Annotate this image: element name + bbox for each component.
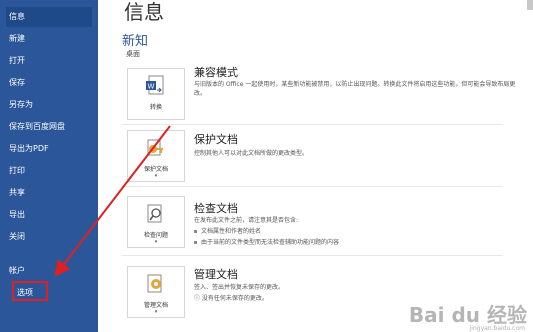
divider: [122, 124, 503, 125]
convert-button[interactable]: W 转换: [127, 68, 185, 120]
protect-document-button[interactable]: 保护文档 ▾: [127, 130, 185, 182]
check-for-issues-label: 检查问题: [143, 232, 168, 239]
chevron-down-icon: ▾: [154, 309, 158, 315]
manage-document-icon: [147, 274, 162, 293]
manage-document-button[interactable]: 管理文档 ▾: [127, 266, 185, 318]
divider: [122, 186, 503, 187]
nav-export-pdf[interactable]: 导出为PDF: [6, 139, 92, 159]
lock-key-icon: [147, 139, 163, 156]
scrollbar[interactable]: [527, 0, 533, 10]
inspect-document-desc: 在发布此文件之前，请注意其是否包含:: [194, 217, 299, 224]
svg-text:W: W: [148, 83, 155, 91]
manage-document-desc: 签入、签出并恢复未保存的更改。: [194, 284, 285, 291]
manage-document-label: 管理文档: [143, 302, 168, 309]
list-item: 由于当前的文件类型而无法检查辅助功能问题的内容: [194, 238, 339, 247]
location-label: 桌面: [126, 50, 140, 58]
nav-close[interactable]: 关闭: [6, 227, 92, 247]
chevron-down-icon: ▾: [154, 173, 158, 179]
page-title: 信息: [124, 0, 164, 24]
nav-export[interactable]: 导出: [6, 205, 92, 225]
nav-save-as[interactable]: 另存为: [6, 95, 92, 115]
nav-share[interactable]: 共享: [6, 183, 92, 203]
nav-info[interactable]: 信息: [6, 7, 92, 27]
nav-new[interactable]: 新建: [6, 29, 92, 49]
info-panel: 信息 新知 桌面 W 转换 兼容模式 与旧版本的 Office 一起使用时，某些…: [98, 0, 533, 332]
manage-document-title: 管理文档: [194, 268, 238, 281]
nav-account[interactable]: 帐户: [6, 261, 92, 281]
protect-document-desc: 控制其他人可以对此文档所做的更改类型。: [194, 150, 309, 157]
baidu-watermark-url: jingyan.baidu.com: [469, 325, 525, 332]
nav-save[interactable]: 保存: [6, 73, 92, 93]
divider: [122, 255, 503, 256]
chevron-down-icon: ▾: [154, 239, 158, 245]
inspect-document-icon: [147, 204, 162, 223]
compat-mode-desc: 与旧版本的 Office 一起使用时，某些新功能被禁用，以防止出现问题。转换此文…: [194, 81, 516, 97]
compat-mode-title: 兼容模式: [194, 66, 238, 79]
convert-icon: W: [146, 75, 164, 95]
convert-button-label: 转换: [149, 104, 162, 111]
list-item: 文档属性和作者的姓名: [194, 227, 261, 236]
nav-save-to-baidu[interactable]: 保存到百度网盘: [6, 117, 92, 137]
nav-options[interactable]: 选项: [12, 281, 48, 301]
check-for-issues-button[interactable]: 检查问题 ▾: [127, 196, 185, 248]
nav-open[interactable]: 打开: [6, 51, 92, 71]
info-icon: ⓘ: [194, 295, 202, 302]
backstage-sidebar: 信息 新建 打开 保存 另存为 保存到百度网盘 导出为PDF 打印 共享 导出 …: [0, 0, 98, 332]
protect-document-label: 保护文档: [143, 166, 168, 173]
section-title: 新知: [122, 34, 149, 49]
inspect-document-title: 检查文档: [194, 202, 238, 215]
protect-document-title: 保护文档: [194, 133, 238, 146]
nav-print[interactable]: 打印: [6, 161, 92, 181]
baidu-watermark: Bai du 经验: [408, 303, 527, 327]
